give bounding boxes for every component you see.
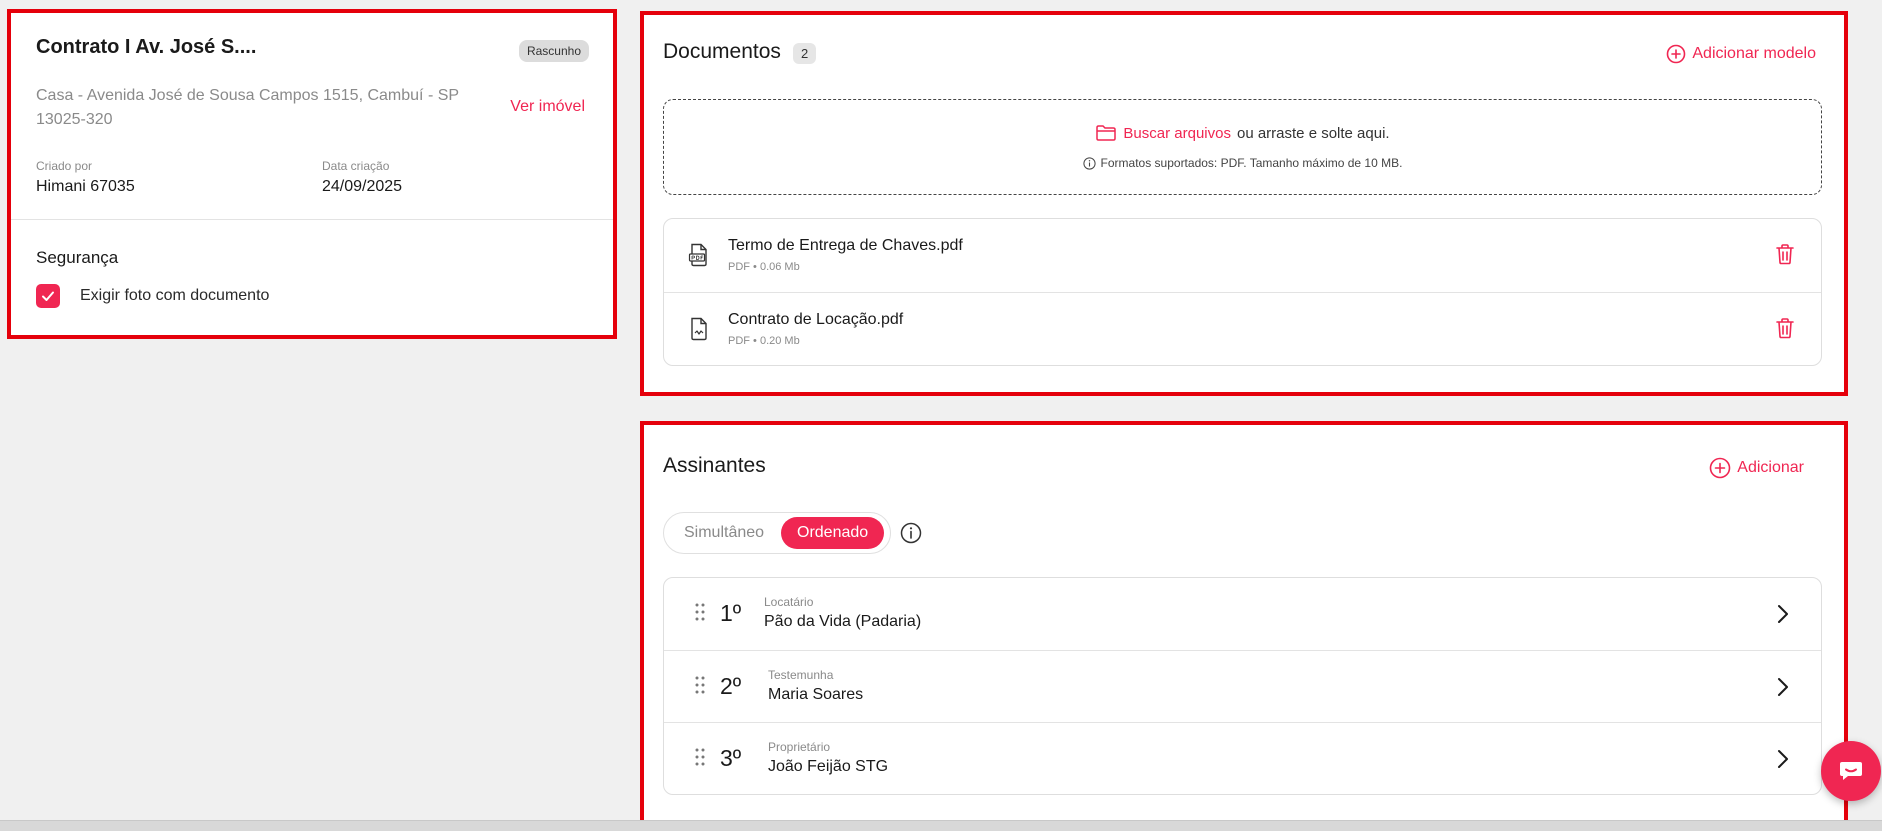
highlight-frame: [7, 9, 617, 339]
chat-button[interactable]: [1821, 741, 1881, 801]
bottom-bar: [0, 820, 1882, 831]
highlight-frame: [640, 421, 1848, 825]
highlight-frame: [640, 11, 1848, 396]
chat-icon: [1840, 762, 1862, 780]
